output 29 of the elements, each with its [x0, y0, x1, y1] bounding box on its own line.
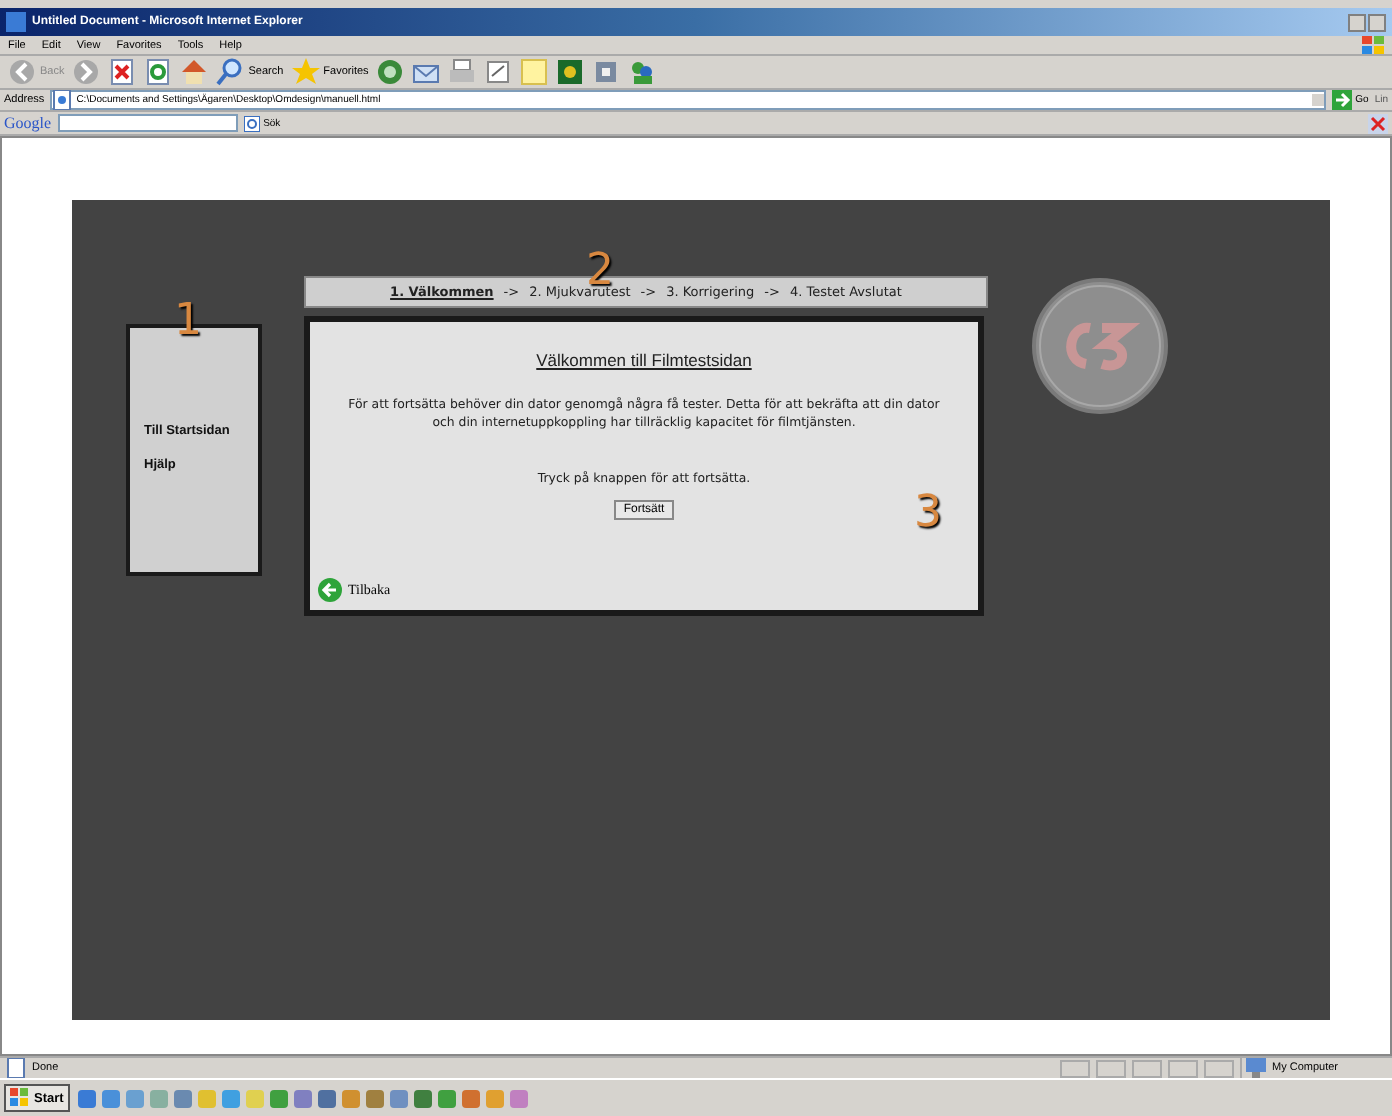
stop-icon[interactable]	[108, 58, 137, 86]
messenger-icon[interactable]	[628, 58, 657, 86]
printer-icon[interactable]	[448, 58, 477, 86]
windows-logo-icon	[10, 1088, 30, 1108]
popup-icon[interactable]	[1368, 113, 1388, 133]
game-icon[interactable]	[556, 58, 585, 86]
page-heading: Välkommen till Filmtestsidan	[536, 350, 752, 370]
star-icon	[291, 58, 320, 86]
minimize-button[interactable]	[1348, 13, 1366, 31]
tool-icon[interactable]	[592, 58, 621, 86]
refresh-icon[interactable]	[144, 58, 173, 86]
windows-logo-icon	[1360, 35, 1384, 55]
ie-icon	[6, 12, 26, 32]
logo-icon	[1030, 276, 1170, 416]
page-icon	[52, 90, 73, 110]
maximize-button[interactable]	[1368, 13, 1386, 31]
media-icon[interactable]	[376, 58, 405, 86]
home-icon[interactable]	[180, 58, 209, 86]
back-icon	[8, 58, 36, 86]
search-icon	[216, 58, 245, 86]
google-logo[interactable]: Google	[4, 114, 52, 132]
arrow-icon	[1331, 90, 1352, 110]
search-field[interactable]	[57, 114, 238, 132]
dropdown-button[interactable]	[1311, 94, 1324, 106]
back-arrow-icon	[318, 578, 342, 602]
forward-icon[interactable]	[72, 58, 101, 86]
edit-icon[interactable]	[484, 58, 513, 86]
google-icon	[243, 115, 260, 131]
annotation-number: 3	[914, 492, 942, 536]
